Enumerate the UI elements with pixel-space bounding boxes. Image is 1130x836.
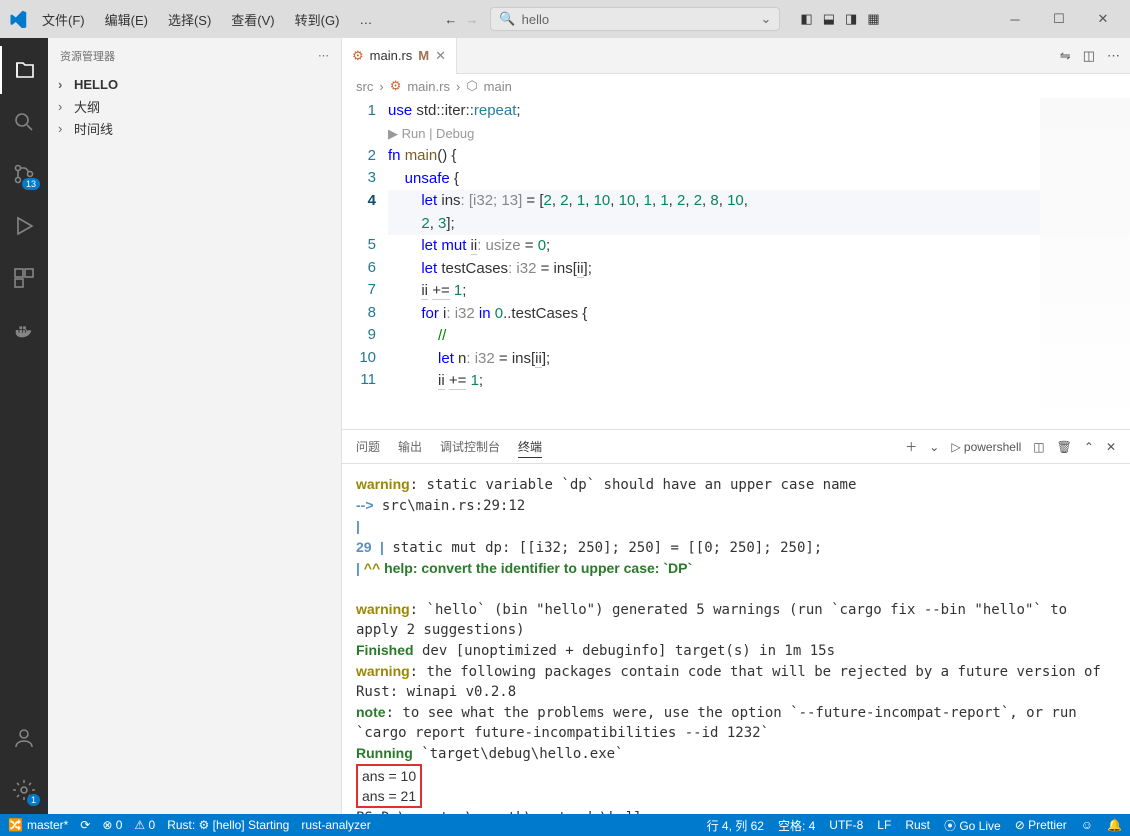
- sidebar-more-icon[interactable]: ⋯: [318, 49, 329, 62]
- activity-search[interactable]: [0, 98, 48, 146]
- chevron-down-icon[interactable]: ⌄: [929, 440, 939, 454]
- status-warnings[interactable]: ⚠ 0: [134, 818, 155, 832]
- nav-fwd-icon: →: [465, 12, 478, 27]
- activity-debug[interactable]: [0, 202, 48, 250]
- status-feedback[interactable]: ☺: [1081, 818, 1093, 832]
- status-sync[interactable]: ⟳: [80, 818, 90, 832]
- panel-tab-output[interactable]: 输出: [398, 436, 422, 457]
- menu-view[interactable]: 查看(V): [223, 6, 282, 33]
- panel-tab-problems[interactable]: 问题: [356, 436, 380, 457]
- window-minimize[interactable]: ─: [994, 3, 1036, 35]
- status-position[interactable]: 行 4, 列 62: [707, 817, 764, 834]
- chevron-right-icon: ›: [58, 77, 70, 92]
- chevron-right-icon: ›: [58, 121, 70, 136]
- status-prettier[interactable]: ⊘ Prettier: [1015, 818, 1067, 832]
- panel-tab-terminal[interactable]: 终端: [518, 436, 542, 458]
- chevron-down-icon[interactable]: ⌄: [761, 11, 772, 27]
- tab-label: main.rs: [370, 48, 413, 63]
- status-lang[interactable]: Rust: [905, 818, 930, 832]
- tree-hello[interactable]: › HELLO: [48, 73, 341, 95]
- menu-file[interactable]: 文件(F): [34, 6, 93, 33]
- menu-select[interactable]: 选择(S): [160, 6, 219, 33]
- tab-bar: ⚙ main.rs M ✕ ⇋ ◫ ⋯: [342, 38, 1130, 74]
- status-branch[interactable]: 🔀 master*: [8, 818, 68, 832]
- search-icon: 🔍: [499, 11, 515, 27]
- status-spaces[interactable]: 空格: 4: [778, 817, 815, 834]
- tab-modified-badge: M: [418, 48, 429, 63]
- menu-more[interactable]: …: [351, 8, 380, 31]
- layout-bottom-icon[interactable]: ⬓: [823, 11, 835, 27]
- command-search[interactable]: 🔍 hello ⌄: [490, 7, 780, 31]
- activity-docker[interactable]: [0, 306, 48, 354]
- statusbar: 🔀 master* ⟳ ⊗ 0 ⚠ 0 Rust: ⚙ [hello] Star…: [0, 814, 1130, 836]
- tree-outline[interactable]: › 大纲: [48, 95, 341, 117]
- more-icon[interactable]: ⋯: [1107, 48, 1120, 64]
- status-rust[interactable]: Rust: ⚙ [hello] Starting: [167, 818, 289, 832]
- vscode-logo-icon: [6, 7, 30, 31]
- code-lines[interactable]: use std::iter::repeat; ▶ Run | Debug fn …: [388, 98, 1130, 429]
- sidebar: 资源管理器 ⋯ › HELLO › 大纲 › 时间线: [48, 38, 342, 814]
- panel-close-icon[interactable]: ✕: [1106, 440, 1116, 454]
- shell-label[interactable]: ▷ powershell: [951, 440, 1021, 454]
- activity-account[interactable]: [0, 714, 48, 762]
- gutter: 1 2 3 4 5 6 7 8 9 10 11: [342, 98, 388, 429]
- activity-scm[interactable]: 13: [0, 150, 48, 198]
- status-encoding[interactable]: UTF-8: [829, 818, 863, 832]
- panel: 问题 输出 调试控制台 终端 ＋ ⌄ ▷ powershell ◫ 🗑 ⌃ ✕ …: [342, 429, 1130, 814]
- sidebar-title: 资源管理器: [60, 48, 115, 64]
- activity-settings[interactable]: 1: [0, 766, 48, 814]
- activity-bar: 13 1: [0, 38, 48, 814]
- layout-right-icon[interactable]: ◨: [845, 11, 857, 27]
- breadcrumb[interactable]: src › ⚙ main.rs › ⬡ main: [342, 74, 1130, 98]
- panel-tab-debugconsole[interactable]: 调试控制台: [440, 436, 500, 457]
- menu-edit[interactable]: 编辑(E): [97, 6, 156, 33]
- tab-main-rs[interactable]: ⚙ main.rs M ✕: [342, 38, 457, 74]
- code-area[interactable]: 1 2 3 4 5 6 7 8 9 10 11 use std::iter::r…: [342, 98, 1130, 429]
- tree-timeline[interactable]: › 时间线: [48, 117, 341, 139]
- close-icon[interactable]: ✕: [435, 48, 446, 64]
- search-text: hello: [522, 12, 549, 27]
- window-close[interactable]: ✕: [1082, 3, 1124, 35]
- scm-badge: 13: [22, 178, 40, 190]
- editor: ⚙ main.rs M ✕ ⇋ ◫ ⋯ src › ⚙ main.rs › ⬡ …: [342, 38, 1130, 814]
- trash-icon[interactable]: 🗑: [1057, 440, 1072, 454]
- split-terminal-icon[interactable]: ◫: [1033, 440, 1044, 454]
- split-icon[interactable]: ◫: [1083, 48, 1095, 64]
- layout-customize-icon[interactable]: ▦: [867, 11, 879, 27]
- status-bell[interactable]: 🔔: [1107, 818, 1122, 832]
- activity-explorer[interactable]: [0, 46, 48, 94]
- status-errors[interactable]: ⊗ 0: [102, 818, 122, 832]
- symbol-icon: ⬡: [466, 78, 477, 94]
- nav-back-icon[interactable]: ←: [444, 12, 457, 27]
- status-golive[interactable]: ⦿ Go Live: [944, 817, 1001, 834]
- new-terminal-icon[interactable]: ＋: [905, 438, 917, 455]
- compare-icon[interactable]: ⇋: [1060, 48, 1071, 64]
- status-rust-analyzer[interactable]: rust-analyzer: [301, 818, 370, 832]
- rust-file-icon: ⚙: [352, 48, 364, 64]
- panel-maximize-icon[interactable]: ⌃: [1084, 440, 1094, 454]
- chevron-right-icon: ›: [58, 99, 70, 114]
- window-maximize[interactable]: ☐: [1038, 3, 1080, 35]
- settings-badge: 1: [27, 794, 40, 806]
- activity-extensions[interactable]: [0, 254, 48, 302]
- titlebar: 文件(F) 编辑(E) 选择(S) 查看(V) 转到(G) … ← → 🔍 he…: [0, 0, 1130, 38]
- status-eol[interactable]: LF: [877, 818, 891, 832]
- menu-goto[interactable]: 转到(G): [287, 6, 348, 33]
- layout-left-icon[interactable]: ◧: [800, 11, 812, 27]
- minimap[interactable]: [1040, 98, 1130, 429]
- terminal[interactable]: warning: static variable `dp` should hav…: [342, 464, 1130, 814]
- rust-file-icon: ⚙: [390, 78, 402, 94]
